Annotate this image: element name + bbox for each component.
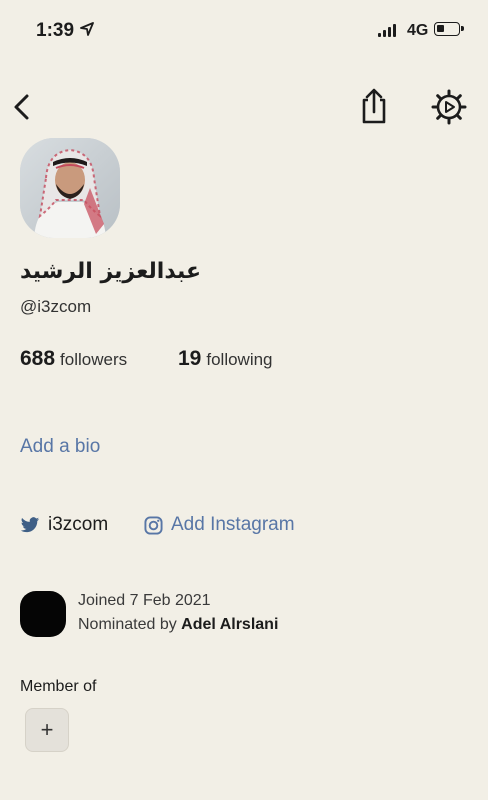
- status-time: 1:39: [36, 20, 75, 41]
- twitter-handle: i3zcom: [48, 514, 109, 535]
- profile-name: عبدالعزيز الرشيد: [20, 259, 202, 284]
- joined-date: Joined 7 Feb 2021: [78, 592, 211, 609]
- nominated-prefix: Nominated by: [78, 616, 177, 633]
- avatar-image: [20, 138, 120, 238]
- battery-icon: [434, 22, 464, 36]
- settings-button[interactable]: [430, 88, 468, 126]
- add-bio-link[interactable]: Add a bio: [20, 436, 100, 458]
- twitter-icon: [20, 516, 40, 532]
- member-of-heading: Member of: [20, 678, 97, 695]
- add-club-button[interactable]: +: [25, 708, 69, 752]
- twitter-link[interactable]: i3zcom: [20, 514, 108, 536]
- back-button[interactable]: [8, 90, 36, 124]
- network-type: 4G: [407, 22, 429, 39]
- profile-handle: @i3zcom: [20, 297, 92, 316]
- share-button[interactable]: [356, 86, 392, 126]
- nominator-avatar[interactable]: [20, 591, 66, 637]
- followers-label: followers: [60, 350, 128, 369]
- signal-icon: [378, 24, 396, 37]
- profile-avatar[interactable]: [20, 138, 120, 238]
- add-instagram-link[interactable]: Add Instagram: [144, 514, 295, 536]
- following-stat[interactable]: 19 following: [178, 347, 273, 371]
- add-instagram-label: Add Instagram: [171, 514, 295, 535]
- instagram-icon: [144, 515, 163, 535]
- location-arrow-icon: [80, 22, 94, 36]
- following-count: 19: [178, 347, 202, 370]
- nominator-name[interactable]: Adel Alrslani: [181, 616, 278, 633]
- nominated-by: Nominated by Adel Alrslani: [78, 616, 278, 634]
- followers-stat[interactable]: 688 followers: [20, 347, 127, 371]
- following-label: following: [206, 350, 273, 369]
- followers-count: 688: [20, 347, 56, 370]
